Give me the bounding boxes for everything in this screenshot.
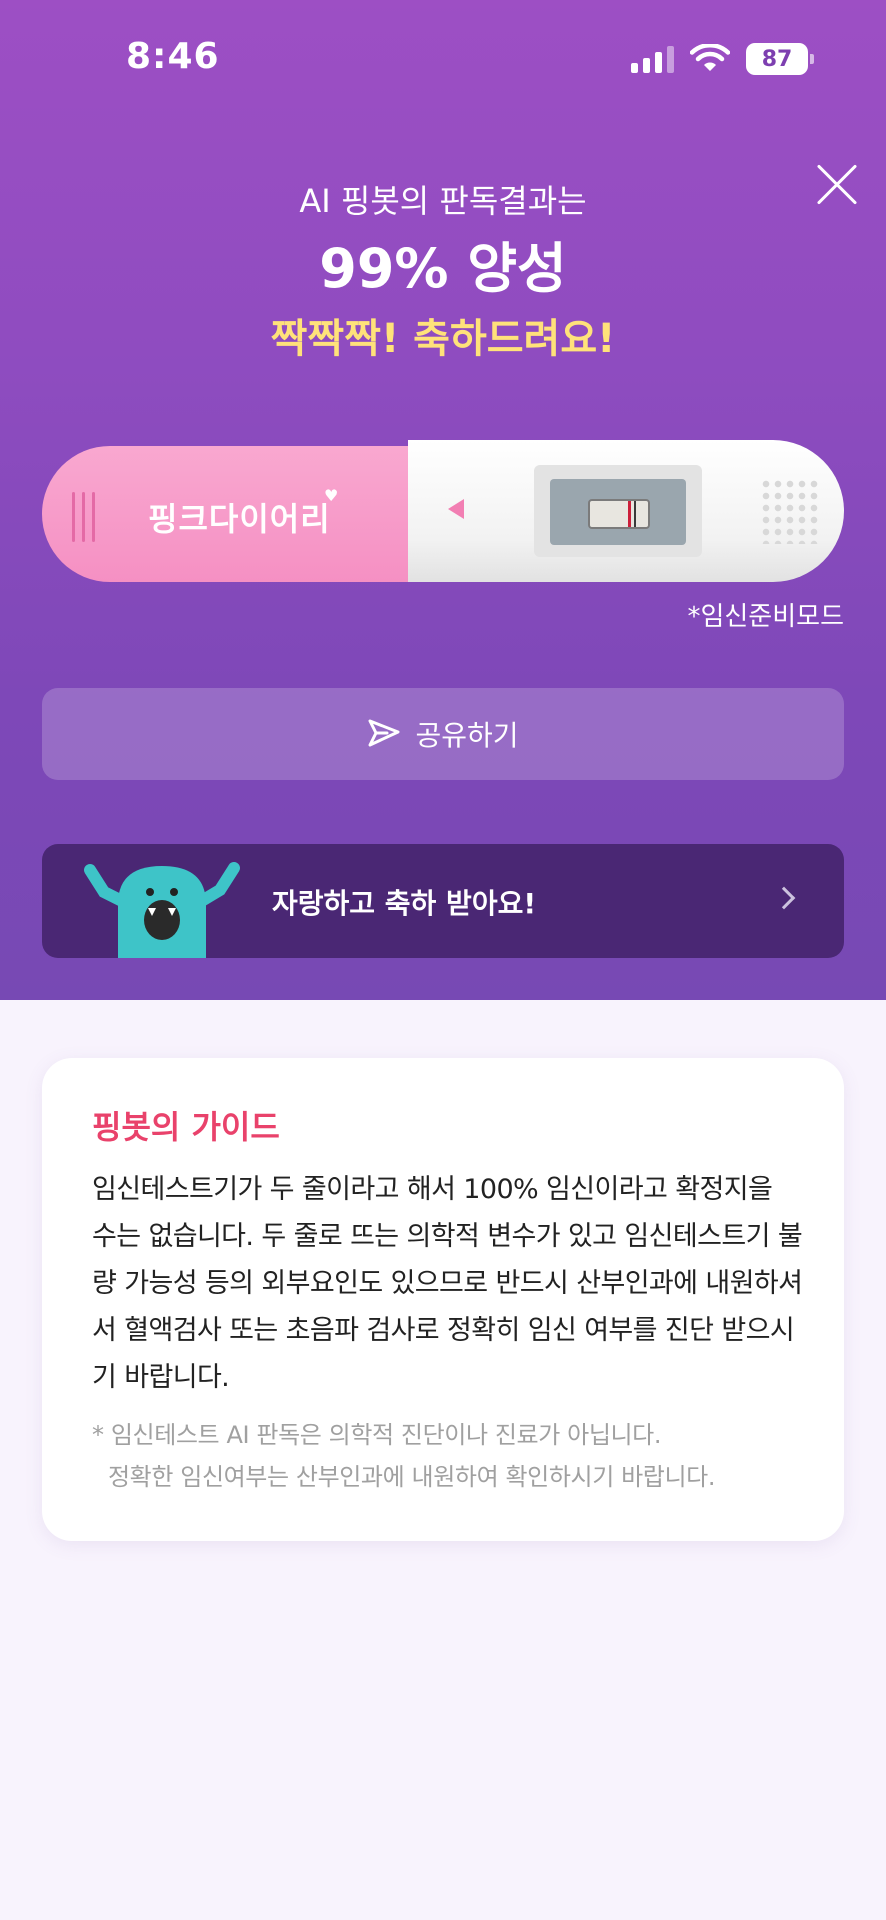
- grip-line: [82, 492, 85, 542]
- grip-line: [72, 492, 75, 542]
- vent-dots: [760, 478, 820, 544]
- result-strip: [588, 499, 650, 529]
- share-button-label: 공유하기: [415, 719, 519, 752]
- status-time: 8:46: [126, 36, 220, 77]
- status-indicators: 87: [631, 42, 814, 76]
- test-stick-body: [408, 440, 844, 582]
- guide-disclaimer: * 임신테스트 AI 판독은 의학적 진단이나 진료가 아닙니다. 정확한 임신…: [92, 1414, 804, 1498]
- test-stick-handle: 핑크다이어리 ♥: [42, 446, 410, 582]
- pregnancy-test-image: 핑크다이어리 ♥: [42, 440, 844, 585]
- result-window: [534, 465, 702, 557]
- congrats-message: 짝짝짝! 축하드려요!: [270, 316, 616, 362]
- battery-icon: 87: [746, 43, 814, 75]
- control-line: [634, 501, 636, 527]
- guide-card: 핑봇의 가이드 임신테스트기가 두 줄이라고 해서 100% 임신이라고 확정지…: [42, 1058, 844, 1541]
- brag-banner[interactable]: 자랑하고 축하 받아요!: [42, 844, 844, 958]
- disclaimer-line: 정확한 임신여부는 산부인과에 내원하여 확인하시기 바랍니다.: [108, 1463, 716, 1491]
- chevron-right-icon: [772, 886, 796, 910]
- grip-line: [92, 492, 95, 542]
- test-line: [628, 501, 631, 527]
- guide-body: 임신테스트기가 두 줄이라고 해서 100% 임신이라고 확정지을 수는 없습니…: [92, 1174, 803, 1393]
- arrow-icon: [448, 499, 464, 519]
- disclaimer-line: * 임신테스트 AI 판독은 의학적 진단이나 진료가 아닙니다.: [92, 1421, 662, 1449]
- status-bar: 8:46 87: [0, 0, 886, 120]
- guide-title: 핑봇의 가이드: [92, 1108, 280, 1146]
- banner-text: 자랑하고 축하 받아요!: [272, 887, 537, 920]
- send-icon: [368, 719, 400, 747]
- brand-label: 핑크다이어리: [148, 500, 331, 538]
- mode-note: *임신준비모드: [687, 602, 844, 632]
- mascot-icon: [84, 862, 240, 958]
- share-button[interactable]: 공유하기: [42, 688, 844, 780]
- result-value: 99% 양성: [319, 237, 567, 300]
- result-intro: AI 핑봇의 판독결과는: [299, 182, 587, 220]
- heart-icon: ♥: [324, 486, 339, 505]
- wifi-icon: [690, 44, 730, 71]
- signal-icon: [631, 45, 674, 73]
